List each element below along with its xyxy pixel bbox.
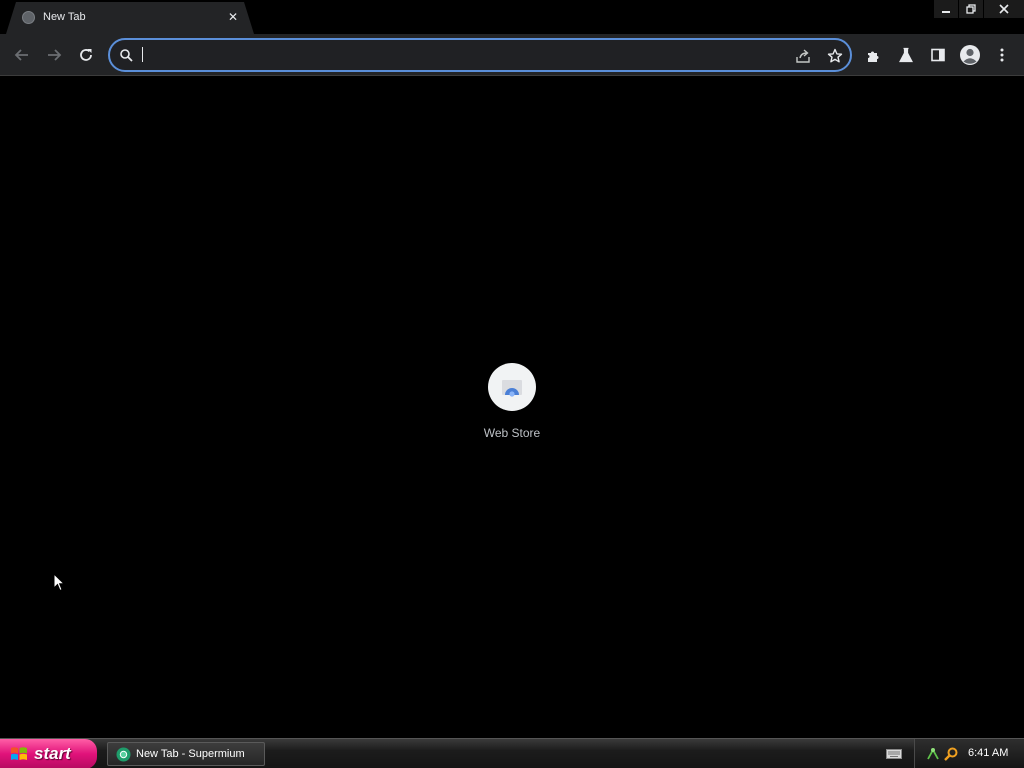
side-panel-icon	[931, 48, 945, 62]
start-label: start	[34, 744, 71, 763]
tab-new-tab[interactable]: New Tab ✕	[6, 2, 254, 34]
forward-arrow-icon	[48, 49, 62, 61]
new-tab-page: Web Store	[0, 77, 1024, 738]
search-icon	[120, 49, 133, 62]
windows-flag-icon	[11, 747, 27, 760]
keyboard-icon[interactable]	[886, 748, 902, 760]
restore-button[interactable]	[959, 0, 983, 18]
side-panel-button[interactable]	[926, 43, 950, 67]
share-button[interactable]	[793, 46, 813, 66]
labs-button[interactable]	[894, 43, 918, 67]
close-icon	[999, 4, 1009, 14]
profile-avatar-icon	[960, 45, 980, 65]
extensions-icon	[868, 51, 879, 62]
labs-icon	[899, 47, 913, 63]
tab-strip: New Tab ✕	[0, 0, 1024, 34]
network-icon[interactable]	[925, 746, 941, 762]
globe-icon	[22, 11, 35, 24]
bookmark-star-button[interactable]	[825, 46, 845, 66]
taskbar-item-label: New Tab - Supermium	[136, 748, 245, 760]
clock: 6:41 AM	[968, 747, 1009, 759]
tab-title: New Tab	[43, 11, 86, 23]
taskbar-item-supermium[interactable]: New Tab - Supermium	[107, 742, 265, 766]
share-icon	[796, 49, 810, 63]
search-tray-icon[interactable]	[943, 746, 959, 762]
minimize-button[interactable]	[934, 0, 958, 18]
profile-button[interactable]	[958, 43, 982, 67]
star-icon	[827, 48, 843, 63]
menu-dots-icon	[1000, 48, 1004, 62]
supermium-icon	[116, 747, 131, 761]
text-caret	[142, 47, 143, 62]
mouse-pointer-icon	[53, 573, 65, 592]
close-window-button[interactable]	[984, 0, 1024, 18]
shortcut-tile	[488, 363, 536, 411]
web-store-icon	[502, 380, 522, 397]
extensions-button[interactable]	[862, 43, 886, 67]
shortcut-label: Web Store	[483, 426, 541, 440]
tab-close-icon[interactable]: ✕	[225, 9, 241, 25]
shortcut-web-store[interactable]: Web Store	[472, 363, 552, 447]
taskbar: start New Tab - Supermium 6:41 AM	[0, 738, 1024, 768]
menu-button[interactable]	[990, 43, 1014, 67]
address-input[interactable]	[140, 45, 740, 65]
system-tray: 6:41 AM	[914, 739, 1024, 768]
back-arrow-icon	[14, 49, 28, 61]
window-controls	[933, 0, 1024, 18]
browser-toolbar	[0, 34, 1024, 76]
address-bar[interactable]	[108, 38, 852, 72]
minimize-icon	[942, 11, 950, 13]
screen: New Tab ✕ Web Store start New Tab - Supe…	[0, 0, 1024, 768]
back-button[interactable]	[10, 43, 34, 67]
restore-icon	[966, 4, 976, 14]
reload-button[interactable]	[74, 43, 98, 67]
reload-icon	[80, 49, 92, 61]
forward-button[interactable]	[42, 43, 66, 67]
start-button[interactable]: start	[0, 739, 97, 768]
